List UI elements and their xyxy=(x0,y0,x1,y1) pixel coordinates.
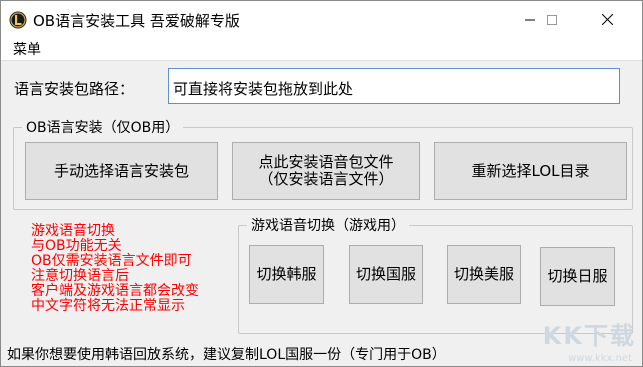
note-line: 客户端及游戏语言都会改变 xyxy=(31,283,199,299)
manual-select-package-label: 手动选择语言安装包 xyxy=(53,161,189,180)
switch-china-server-label: 切换国服 xyxy=(355,265,416,283)
app-logo-icon xyxy=(9,11,27,29)
app-window: OB语言安装工具 吾爱破解专版 菜单 语言安装包路径： 可直接将安装包拖放到此处… xyxy=(0,0,643,367)
notes-text: 游戏语音切换 与OB功能无关 OB仅需安装语言文件即可 注意切换语言后 客户端及… xyxy=(31,224,199,314)
site-watermark: KK下载 xyxy=(543,316,636,351)
install-voice-pack-label-line1: 点此安装语音包文件 xyxy=(258,153,394,171)
switch-korea-server-button[interactable]: 切换韩服 xyxy=(249,245,324,304)
close-icon xyxy=(602,14,613,25)
watermark-brand: KK下载 xyxy=(542,322,636,350)
switch-japan-server-label: 切换日服 xyxy=(547,267,608,285)
note-line: 中文字符将无法正常显示 xyxy=(31,298,185,314)
voice-switch-group-title: 游戏语音切换（游戏用） xyxy=(247,215,409,235)
install-voice-pack-button[interactable]: 点此安装语音包文件 （仅安装语言文件） xyxy=(232,142,420,200)
note-line: OB仅需安装语言文件即可 xyxy=(31,253,192,269)
switch-china-server-button[interactable]: 切换国服 xyxy=(349,245,423,304)
switch-us-server-button[interactable]: 切换美服 xyxy=(447,245,521,304)
window-title: OB语言安装工具 吾爱破解专版 xyxy=(33,12,240,30)
note-line: 与OB功能无关 xyxy=(31,238,122,254)
status-text: 如果你想要使用韩语回放系统，建议复制LOL国服一份（专门用于OB） xyxy=(7,347,446,363)
switch-japan-server-button[interactable]: 切换日服 xyxy=(540,247,615,306)
maximize-icon xyxy=(546,14,557,25)
watermark-url: www.kkx.net xyxy=(568,353,632,364)
switch-korea-server-label: 切换韩服 xyxy=(256,265,317,283)
ob-install-group-title: OB语言安装（仅OB用） xyxy=(22,117,184,137)
package-path-input[interactable]: 可直接将安装包拖放到此处 xyxy=(168,68,620,104)
switch-us-server-label: 切换美服 xyxy=(453,265,514,283)
title-bar[interactable]: OB语言安装工具 吾爱破解专版 xyxy=(1,1,642,38)
path-label: 语言安装包路径： xyxy=(14,80,135,98)
note-line: 游戏语音切换 xyxy=(31,223,115,239)
menu-bar: 菜单 xyxy=(1,38,642,61)
reselect-lol-dir-label: 重新选择LOL目录 xyxy=(471,161,590,180)
reselect-lol-dir-button[interactable]: 重新选择LOL目录 xyxy=(434,142,627,200)
manual-select-package-button[interactable]: 手动选择语言安装包 xyxy=(25,142,218,200)
close-button[interactable] xyxy=(585,1,630,38)
install-voice-pack-label-line2: （仅安装语言文件） xyxy=(258,170,394,188)
menu-item-main[interactable]: 菜单 xyxy=(13,39,41,59)
note-line: 注意切换语言后 xyxy=(31,268,129,284)
maximize-button[interactable] xyxy=(529,1,574,38)
